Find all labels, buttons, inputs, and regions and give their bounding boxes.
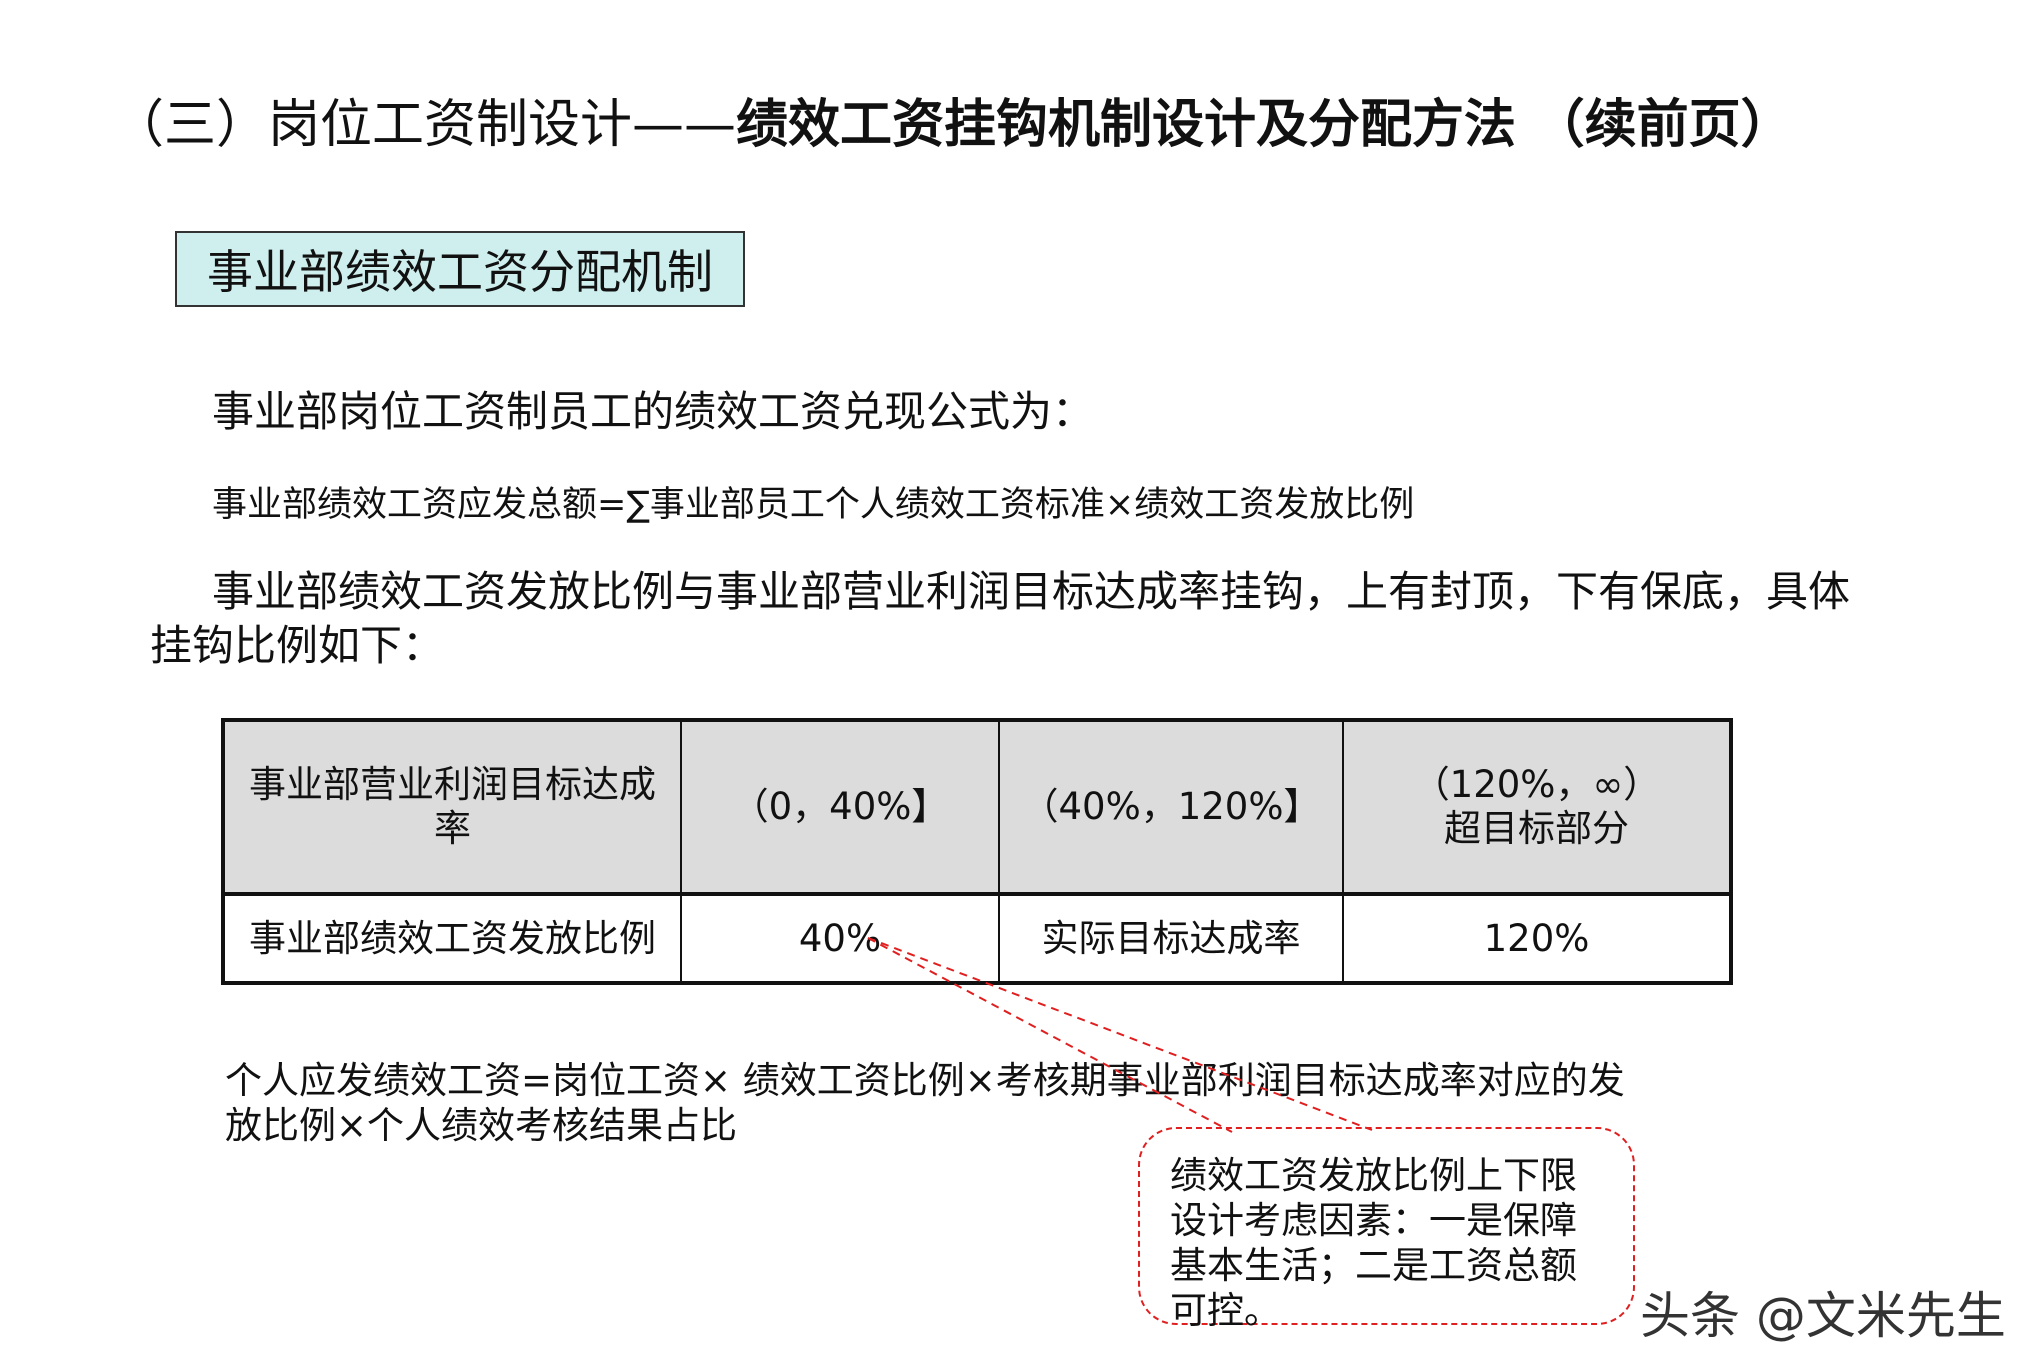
callout-pointer-lines <box>867 937 1373 1133</box>
callout-pointer-line-1 <box>867 937 1233 1133</box>
watermark: 头条 @文米先生 <box>1640 1287 2006 1345</box>
callout-pointer-line-2 <box>867 937 1373 1131</box>
callout-box: 绩效工资发放比例上下限设计考虑因素：一是保障基本生活；二是工资总额可控。 <box>1138 1127 1635 1332</box>
